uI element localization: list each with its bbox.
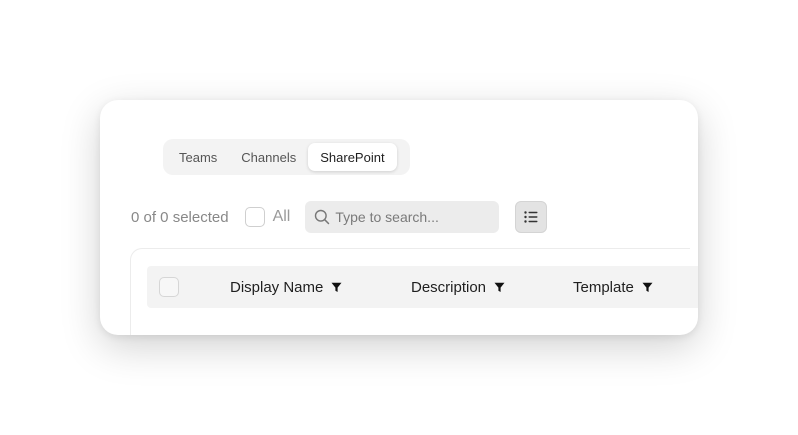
filter-icon[interactable] bbox=[331, 282, 342, 293]
tab-teams[interactable]: Teams bbox=[167, 143, 229, 171]
selection-card: Teams Channels SharePoint 0 of 0 selecte… bbox=[100, 100, 698, 335]
search-input[interactable] bbox=[335, 209, 496, 225]
filter-icon[interactable] bbox=[642, 282, 653, 293]
column-template[interactable]: Template bbox=[573, 266, 653, 308]
select-all-label: All bbox=[272, 208, 291, 225]
table-header: Display Name Description Template bbox=[147, 266, 698, 308]
column-label: Description bbox=[411, 278, 487, 296]
search-box[interactable] bbox=[305, 201, 500, 233]
selection-count: 0 of 0 selected bbox=[131, 208, 229, 226]
search-icon bbox=[314, 209, 330, 225]
list-view-button[interactable] bbox=[515, 201, 548, 233]
select-all-checkbox[interactable] bbox=[244, 207, 265, 227]
column-label: Template bbox=[573, 278, 634, 296]
toolbar: 0 of 0 selected All bbox=[131, 201, 548, 233]
column-label: Display Name bbox=[230, 278, 324, 296]
filter-icon[interactable] bbox=[494, 282, 505, 293]
tab-channels[interactable]: Channels bbox=[229, 143, 308, 171]
tab-sharepoint[interactable]: SharePoint bbox=[308, 143, 397, 171]
select-all[interactable]: All bbox=[244, 207, 291, 227]
table-panel: Display Name Description Template bbox=[130, 248, 698, 335]
column-description[interactable]: Description bbox=[411, 266, 505, 308]
column-display-name[interactable]: Display Name bbox=[230, 266, 342, 308]
tab-group: Teams Channels SharePoint bbox=[163, 139, 410, 175]
header-select-checkbox[interactable] bbox=[159, 277, 179, 297]
list-icon bbox=[524, 211, 538, 223]
